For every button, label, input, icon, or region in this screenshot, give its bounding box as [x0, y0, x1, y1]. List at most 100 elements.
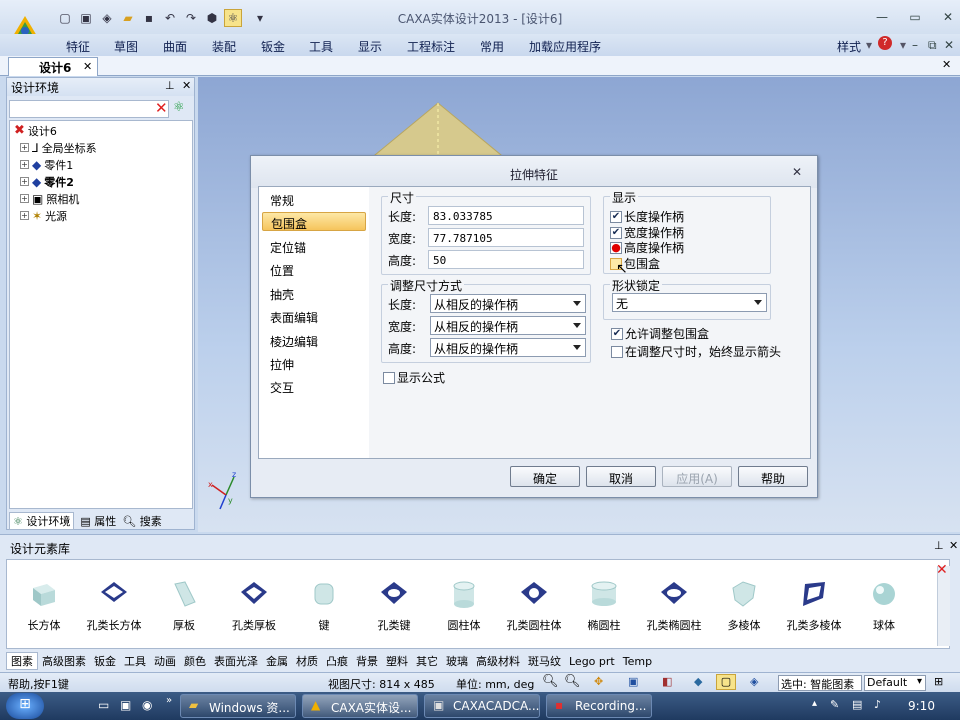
view-cube-icon[interactable]: ▣ — [628, 675, 638, 688]
category-face-edit[interactable]: 表面编辑 — [262, 307, 366, 326]
lib-tab-material[interactable]: 材质 — [292, 653, 322, 669]
category-position[interactable]: 位置 — [262, 260, 366, 279]
new-drawing-icon[interactable]: ◈ — [98, 9, 116, 27]
always-show-arrow-checkbox[interactable]: 在调整尺寸时，始终显示箭头 — [611, 343, 781, 360]
show-desktop-icon[interactable]: ▭ — [98, 698, 109, 712]
tabbar-close-icon[interactable]: ✕ — [942, 58, 951, 71]
lib-item-hole-ellipse-cylinder[interactable]: 孔类椭圆柱 — [639, 560, 709, 633]
lib-tab-primitives[interactable]: 图素 — [6, 652, 38, 670]
category-anchor[interactable]: 定位锚 — [262, 237, 366, 256]
task-recording[interactable]: ▪ Recording... — [546, 694, 652, 718]
menu-tools[interactable]: 工具 — [309, 38, 333, 55]
lib-tab-zebra[interactable]: 斑马纹 — [524, 653, 565, 669]
network-icon[interactable]: ▤ — [852, 698, 862, 711]
length-input[interactable]: 83.033785 — [428, 206, 584, 225]
menu-assembly[interactable]: 装配 — [212, 38, 236, 55]
selection-mode-select[interactable]: 选中: 智能图素 — [778, 675, 862, 691]
pin-icon[interactable]: ⊥ — [934, 539, 944, 552]
tray-icon[interactable]: ✎ — [830, 698, 839, 711]
move-icon[interactable]: ✥ — [594, 675, 603, 688]
lib-tab-background[interactable]: 背景 — [352, 653, 382, 669]
lib-tab-animation[interactable]: 动画 — [150, 653, 180, 669]
menu-sketch[interactable]: 草图 — [114, 38, 138, 55]
doc-close-icon[interactable]: ✕ — [944, 38, 954, 52]
style-menu[interactable]: 样式 — [837, 38, 861, 55]
expand-icon[interactable]: + — [20, 160, 29, 169]
lib-item-sphere[interactable]: 球体 — [849, 560, 919, 633]
width-input[interactable]: 77.787105 — [428, 228, 584, 247]
zoom-icon[interactable]: 🔍︎ — [542, 674, 559, 689]
lib-item-polygon-prism[interactable]: 多棱体 — [709, 560, 779, 633]
library-clear-icon[interactable]: ✕ — [936, 562, 948, 578]
lib-tab-sheetmetal[interactable]: 钣金 — [90, 653, 120, 669]
tab-search[interactable]: 🔍︎ 搜素 — [122, 513, 161, 529]
zoom-window-icon[interactable]: 🔍︎ — [564, 674, 581, 689]
task-caxa-3d[interactable]: ▲ CAXA实体设... — [302, 694, 418, 718]
tree-node-camera[interactable]: + ▣ 照相机 — [20, 190, 79, 207]
ok-button[interactable]: 确定 — [510, 466, 580, 487]
open-folder-icon[interactable]: ▰ — [119, 9, 137, 27]
clock[interactable]: 9:10 — [908, 699, 935, 713]
help-icon[interactable]: ? — [878, 36, 892, 50]
category-interaction[interactable]: 交互 — [262, 377, 366, 396]
tab-design-env[interactable]: ⚛ 设计环境 — [9, 512, 75, 530]
expand-icon[interactable]: + — [20, 194, 29, 203]
menu-display[interactable]: 显示 — [358, 38, 382, 55]
panel-close-icon[interactable]: ✕ — [182, 79, 191, 92]
adjust-height-select[interactable]: 从相反的操作柄 — [430, 338, 586, 357]
pin-icon[interactable]: ⊥ — [165, 79, 175, 92]
tray-expand-icon[interactable]: ▴ — [812, 698, 817, 709]
maximize-button[interactable]: ▭ — [903, 10, 927, 26]
minimize-button[interactable]: — — [870, 10, 894, 26]
render-icon[interactable]: ⬢ — [203, 9, 221, 27]
category-general[interactable]: 常规 — [262, 190, 366, 209]
selection-filter-icon[interactable]: ◈ — [750, 675, 758, 688]
save-icon[interactable]: ▪ — [140, 9, 158, 27]
height-handle-checkbox[interactable]: ● 高度操作柄 — [610, 239, 684, 256]
lib-item-hole-cylinder[interactable]: 孔类圆柱体 — [499, 560, 569, 633]
volume-icon[interactable]: ♪ — [874, 698, 881, 711]
doc-tab-close-icon[interactable]: ✕ — [83, 60, 92, 73]
category-extrude[interactable]: 拉伸 — [262, 354, 366, 373]
lib-item-hole-key[interactable]: 孔类键 — [359, 560, 429, 633]
lib-item-hole-box[interactable]: 孔类长方体 — [79, 560, 149, 633]
lib-item-cylinder[interactable]: 圆柱体 — [429, 560, 499, 633]
adjust-width-select[interactable]: 从相反的操作柄 — [430, 316, 586, 335]
lib-tab-metal[interactable]: 金属 — [262, 653, 292, 669]
doc-tab-design6[interactable]: 设计6 ✕ — [8, 57, 98, 76]
lib-item-hole-prism[interactable]: 孔类多棱体 — [779, 560, 849, 633]
display-mode-icon[interactable]: ▢ — [716, 674, 736, 690]
expand-icon[interactable]: + — [20, 177, 29, 186]
quicklaunch-icon[interactable]: ◉ — [142, 698, 152, 712]
category-edge-edit[interactable]: 棱边编辑 — [262, 331, 366, 350]
task-windows-explorer[interactable]: ▰ Windows 资... — [180, 694, 296, 718]
tree-node-part2[interactable]: + ◆ 零件2 — [20, 173, 74, 190]
lib-item-ellipse-cylinder[interactable]: 椭圆柱 — [569, 560, 639, 633]
taskbar-expand-icon[interactable]: » — [166, 695, 172, 706]
task-caxa-cad[interactable]: ▣ CAXACADCA... — [424, 694, 540, 718]
tree-search-input[interactable] — [9, 100, 169, 118]
library-scrollbar[interactable]: ✕ — [936, 562, 950, 646]
tree-node-light[interactable]: + ✶ 光源 — [20, 207, 67, 224]
help-button[interactable]: 帮助 — [738, 466, 808, 487]
start-button[interactable]: ⊞ — [6, 693, 44, 719]
lib-item-box[interactable]: 长方体 — [9, 560, 79, 633]
settings-icon[interactable]: ⊞ — [934, 675, 943, 688]
tree-filter-icon[interactable]: ⚛ — [173, 100, 185, 115]
clear-search-icon[interactable]: ✕ — [155, 99, 168, 117]
height-input[interactable]: 50 — [428, 250, 584, 269]
lib-item-hole-plate[interactable]: 孔类厚板 — [219, 560, 289, 633]
lib-item-key[interactable]: 键 — [289, 560, 359, 633]
show-formula-checkbox[interactable]: 显示公式 — [383, 369, 445, 386]
tab-properties[interactable]: ▤ 属性 — [80, 513, 116, 529]
switch-windows-icon[interactable]: ▣ — [120, 698, 131, 712]
lib-tab-lego[interactable]: Lego prt — [565, 655, 619, 668]
menu-feature[interactable]: 特征 — [66, 38, 90, 55]
close-button[interactable]: ✕ — [936, 10, 960, 26]
expand-icon[interactable]: + — [20, 211, 29, 220]
lib-tab-plastic[interactable]: 塑料 — [382, 653, 412, 669]
lib-tab-tools[interactable]: 工具 — [120, 653, 150, 669]
allow-adjust-bbox-checkbox[interactable]: ✔ 允许调整包围盒 — [611, 325, 709, 342]
adjust-length-select[interactable]: 从相反的操作柄 — [430, 294, 586, 313]
lib-item-thick-plate[interactable]: 厚板 — [149, 560, 219, 633]
